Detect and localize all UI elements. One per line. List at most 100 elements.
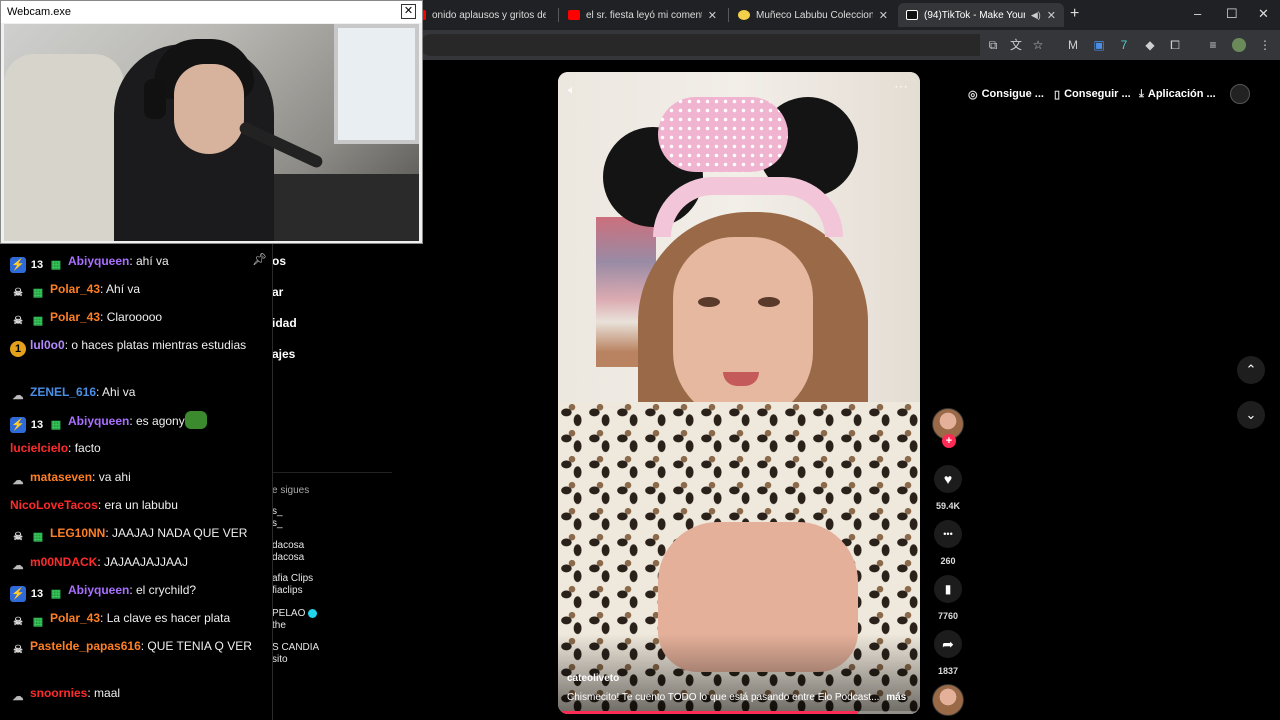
music-disc-avatar[interactable] [932, 684, 964, 716]
get-coins-button[interactable]: ◎ Consigue ... [968, 82, 1044, 106]
video-progress-bar[interactable] [558, 711, 920, 714]
chat-username[interactable]: lucielcielo [10, 441, 68, 455]
sidebar-item[interactable]: ajes [272, 347, 295, 361]
account-name: s_ [272, 506, 283, 517]
more-options-icon[interactable]: ⋯ [894, 78, 908, 95]
chat-message: ⚡ 13 ▦ Abiyqueen: el crychild? [10, 581, 265, 602]
video-person-face [673, 237, 813, 422]
coin-icon: ◎ [968, 88, 978, 101]
skull-badge-icon: ☠ [13, 616, 23, 628]
extension-m-icon[interactable]: M [1066, 38, 1080, 52]
chat-username[interactable]: Polar_43 [50, 310, 100, 324]
youtube-favicon-icon [568, 10, 580, 20]
maximize-button[interactable]: ☐ [1226, 6, 1238, 22]
headband [653, 177, 843, 237]
reading-list-icon[interactable]: ≡ [1206, 38, 1220, 52]
follow-plus-icon[interactable]: + [942, 434, 956, 448]
chat-username[interactable]: Pastelde_papas616 [30, 639, 141, 653]
subscriber-13-badge-icon: 13 [30, 259, 44, 271]
video-caption-text: Chismecito! Te cuento TODO lo que está p… [567, 692, 880, 703]
chat-username[interactable]: lul0o0 [30, 338, 65, 352]
chat-username[interactable]: Polar_43 [50, 282, 100, 296]
ghost-badge-icon: ☁ [12, 390, 24, 402]
cast-icon[interactable]: ⧉ [986, 38, 1000, 52]
save-count: 7760 [937, 611, 959, 621]
chat-text: : La clave es hacer plata [100, 611, 231, 625]
chat-username[interactable]: snoornies [30, 686, 87, 700]
webcam-close-button[interactable]: ✕ [401, 4, 416, 19]
chat-message: ☠ ▦ Polar_43: Clarooooo [10, 308, 265, 329]
close-tab-icon[interactable]: ✕ [708, 9, 717, 22]
next-video-button[interactable]: ⌄ [1237, 401, 1265, 429]
chat-text: : JAJAAJAJJAAJ [97, 555, 189, 569]
gift-badge-icon: ▦ [32, 315, 44, 327]
chat-text: : el crychild? [129, 583, 197, 597]
video-person-eye [698, 297, 720, 307]
bookmark-icon[interactable]: ▮ [934, 575, 962, 603]
skull-badge-icon: ☠ [13, 531, 23, 543]
audio-playing-icon[interactable]: ◀) [1031, 10, 1041, 21]
chat-text: : era un labubu [97, 498, 178, 512]
chat-username[interactable]: LEG10NN [50, 526, 105, 540]
account-handle: the [272, 620, 286, 631]
gift-badge-icon: ▦ [32, 287, 44, 299]
gift-badge-icon: ▦ [32, 616, 44, 628]
chat-username[interactable]: Abiyqueen [68, 254, 129, 268]
tab-1[interactable]: onido aplausos y gritos del pu [406, 3, 554, 27]
address-bar[interactable] [420, 34, 980, 56]
download-icon: ⤓ [1139, 87, 1144, 100]
prime-badge-icon: ⚡ [10, 417, 26, 433]
close-tab-icon[interactable]: ✕ [1047, 9, 1056, 22]
get-app-button[interactable]: ▯ Conseguir ... [1054, 82, 1131, 106]
account-name: afia Clips [272, 573, 314, 584]
tab-tiktok-active[interactable]: (94)TikTok - Make Your Day ◀) ✕ [898, 3, 1064, 27]
sidebar-item[interactable]: ar [272, 285, 283, 299]
extension-translate-icon[interactable]: ▣ [1092, 38, 1106, 52]
video-player[interactable]: 🔈︎ ⋯ cateoliveto Chismecito! Te cuento T… [558, 72, 920, 714]
chat-username[interactable]: m00NDACK [30, 555, 97, 569]
translate-icon[interactable]: 文 [1009, 38, 1023, 52]
minimize-button[interactable]: – [1194, 6, 1201, 21]
previous-video-button[interactable]: ⌃ [1237, 356, 1265, 384]
chat-username[interactable]: Polar_43 [50, 611, 100, 625]
chat-message: ☁ ZENEL_616: Ahi va [10, 383, 265, 404]
chat-message: ⚡ 13 ▦ Abiyqueen: es agony [10, 411, 265, 433]
caption-more-button[interactable]: más [886, 692, 906, 703]
skull-badge-icon: ☠ [13, 644, 23, 656]
gift-badge-icon: ▦ [32, 531, 44, 543]
chat-text: : QUE TENIA Q VER [140, 639, 252, 653]
close-window-button[interactable]: ✕ [1258, 6, 1269, 22]
extension-7tv-icon[interactable]: 7 [1117, 38, 1131, 52]
video-author[interactable]: cateoliveto [567, 673, 619, 684]
webcam-background-window [334, 24, 419, 144]
chat-text: : facto [68, 441, 101, 455]
comment-icon[interactable]: ••• [934, 520, 962, 548]
tab-2[interactable]: el sr. fiesta leyó mi comentario ✕ [560, 3, 725, 27]
tab-title: Muñeco Labubu Coleccion Caja [756, 9, 873, 21]
tab-3[interactable]: Muñeco Labubu Coleccion Caja ✕ [730, 3, 896, 27]
webcam-streamer-face [174, 64, 244, 154]
chat-username[interactable]: Abiyqueen [68, 583, 129, 597]
chat-username[interactable]: Abiyqueen [68, 414, 129, 428]
sidebar-item[interactable]: idad [272, 316, 297, 330]
extensions-puzzle-icon[interactable]: ⧠ [1168, 38, 1182, 52]
profile-avatar-icon[interactable] [1232, 38, 1246, 52]
share-icon[interactable]: ➦ [934, 630, 962, 658]
extension-diamond-icon[interactable]: ◆ [1143, 38, 1157, 52]
skull-badge-icon: ☠ [13, 287, 23, 299]
chat-username[interactable]: NicoLoveTacos [10, 498, 98, 512]
webcam-window: Webcam.exe ✕ [0, 0, 423, 244]
new-tab-button[interactable]: + [1070, 5, 1079, 23]
account-handle: s_ [272, 518, 283, 529]
close-tab-icon[interactable]: ✕ [879, 9, 888, 22]
sidebar-item[interactable]: os [272, 254, 286, 268]
chat-username[interactable]: ZENEL_616 [30, 385, 96, 399]
volume-icon[interactable]: 🔈︎ [568, 82, 576, 98]
browser-menu-icon[interactable]: ⋮ [1258, 38, 1272, 52]
chat-message: ☠ ▦ Polar_43: La clave es hacer plata [10, 609, 265, 630]
user-profile-avatar[interactable] [1230, 84, 1250, 104]
download-app-button[interactable]: ⤓ Aplicación ... [1139, 82, 1216, 106]
like-icon[interactable]: ♥ [934, 465, 962, 493]
bookmark-star-icon[interactable]: ☆ [1031, 38, 1045, 52]
chat-username[interactable]: mataseven [30, 470, 92, 484]
